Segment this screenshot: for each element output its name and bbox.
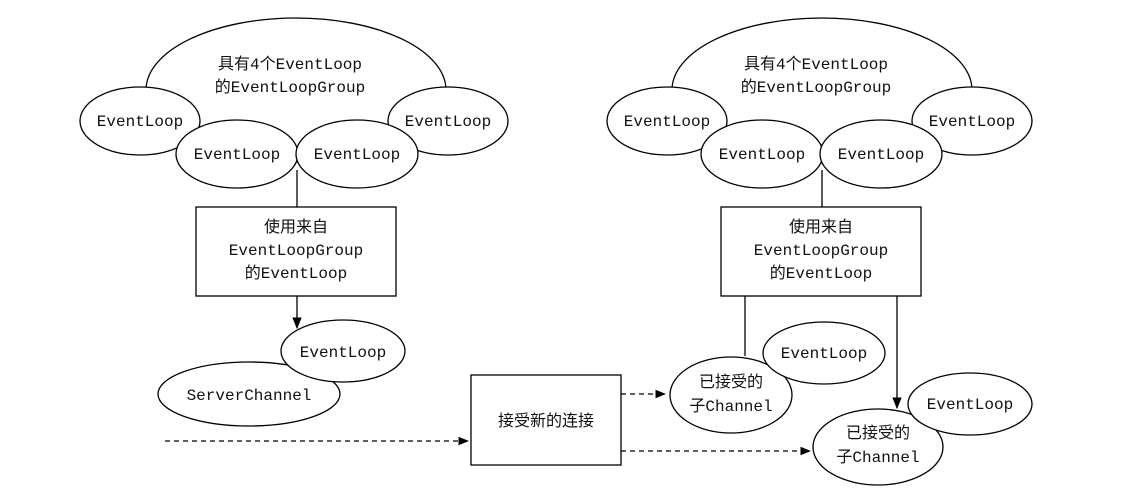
left-group-label-line1: 具有4个EventLoop: [218, 55, 362, 74]
right-eventloop-outer-right-label: EventLoop: [929, 113, 1015, 131]
right-child1-line1: 已接受的: [699, 372, 763, 391]
left-box-line1: 使用来自: [264, 217, 328, 236]
left-assigned-eventloop-label: EventLoop: [300, 344, 386, 362]
netty-eventloop-diagram: 具有4个EventLoop 的EventLoopGroup EventLoop …: [79, 17, 1033, 486]
right-panel: 具有4个EventLoop 的EventLoopGroup EventLoop …: [606, 17, 1033, 486]
left-group-label-line2: 的EventLoopGroup: [215, 78, 365, 97]
right-group-label-line1: 具有4个EventLoop: [744, 55, 888, 74]
left-eventloop-inner-right-label: EventLoop: [314, 146, 400, 164]
right-child1-eventloop-label: EventLoop: [781, 345, 867, 363]
right-child1-line2: 子Channel: [689, 397, 772, 416]
right-child2-line2: 子Channel: [836, 448, 919, 467]
left-eventloop-inner-left-label: EventLoop: [194, 146, 280, 164]
accept-new-connection-label: 接受新的连接: [498, 411, 594, 430]
right-eventloop-inner-right-label: EventLoop: [838, 146, 924, 164]
right-box-line2: EventLoopGroup: [754, 242, 888, 260]
right-box-line3: 的EventLoop: [770, 264, 872, 283]
right-box-line1: 使用来自: [789, 217, 853, 236]
right-group-label-line2: 的EventLoopGroup: [741, 78, 891, 97]
left-box-line2: EventLoopGroup: [229, 242, 363, 260]
left-box-line3: 的EventLoop: [245, 264, 347, 283]
right-child2-eventloop-label: EventLoop: [927, 396, 1013, 414]
left-panel: 具有4个EventLoop 的EventLoopGroup EventLoop …: [79, 17, 509, 427]
right-eventloop-outer-left-label: EventLoop: [624, 113, 710, 131]
left-eventloop-outer-right-label: EventLoop: [405, 113, 491, 131]
right-child2-line1: 已接受的: [846, 423, 910, 442]
left-eventloop-outer-left-label: EventLoop: [97, 113, 183, 131]
left-serverchannel-label: ServerChannel: [187, 387, 312, 405]
right-eventloop-inner-left-label: EventLoop: [719, 146, 805, 164]
